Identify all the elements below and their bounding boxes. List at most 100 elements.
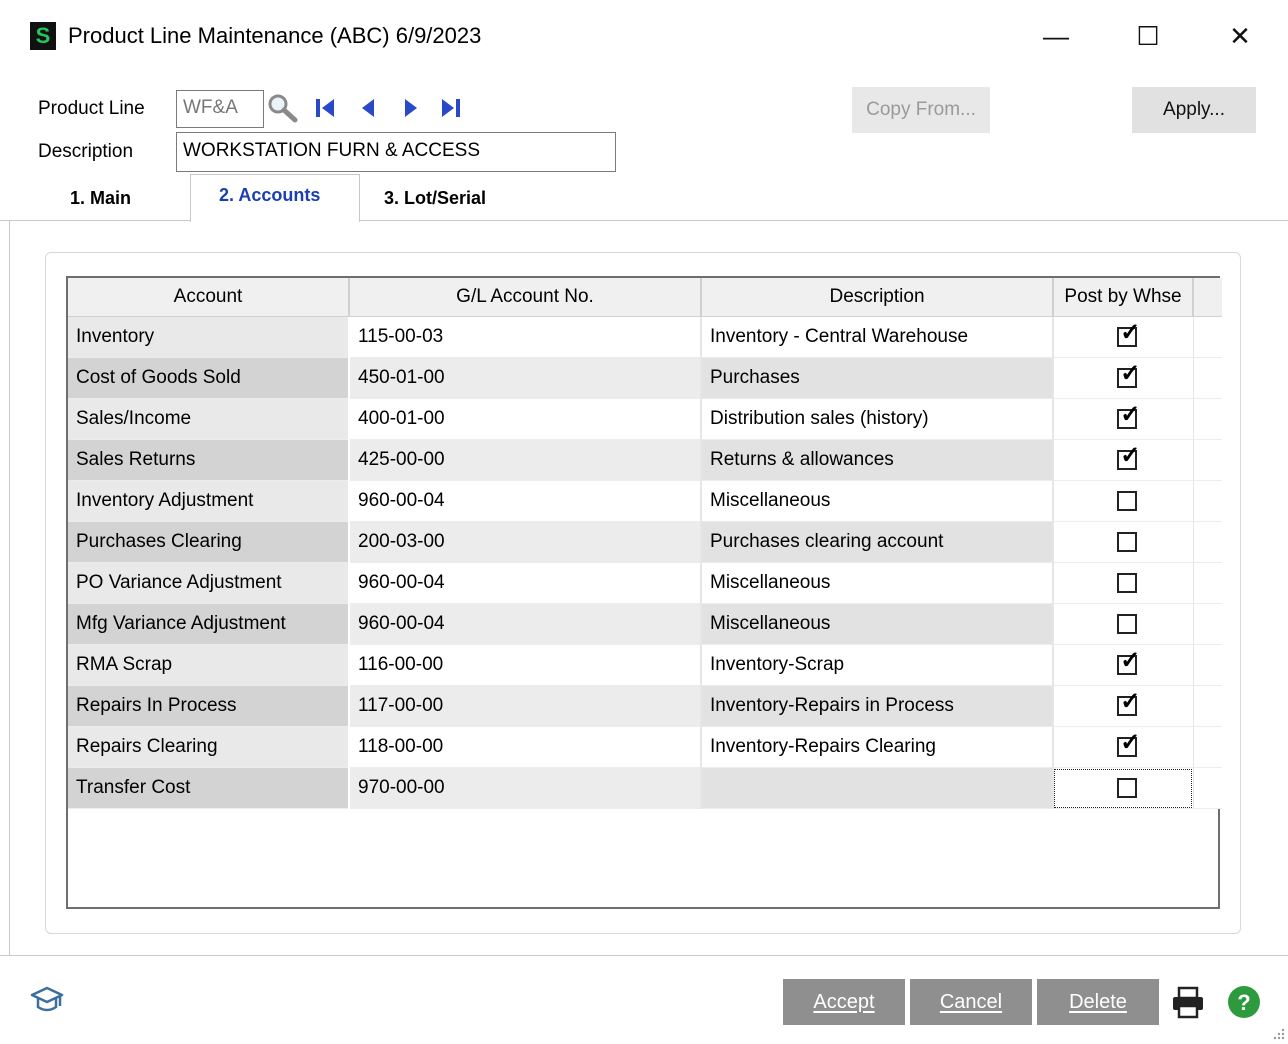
table-row[interactable]: RMA Scrap 116-00-00 Inventory-Scrap ✓: [68, 644, 1222, 686]
footer-divider: [0, 955, 1288, 956]
account-cell: Inventory: [68, 316, 350, 358]
column-header-gl-account[interactable]: G/L Account No.: [349, 278, 702, 317]
post-by-whse-checkbox[interactable]: ✓: [1117, 361, 1140, 388]
post-by-whse-cell[interactable]: ✓: [1053, 398, 1194, 440]
post-by-whse-cell[interactable]: ✓: [1053, 316, 1194, 358]
svg-text:?: ?: [1237, 990, 1250, 1015]
description-cell: Inventory-Scrap: [701, 644, 1054, 686]
gl-account-cell[interactable]: 970-00-00: [349, 767, 702, 809]
account-cell: Transfer Cost: [68, 767, 350, 809]
post-by-whse-checkbox[interactable]: ✓: [1117, 730, 1140, 757]
post-by-whse-checkbox[interactable]: [1117, 777, 1138, 798]
tab-lot-serial[interactable]: 3. Lot/Serial: [384, 186, 486, 210]
post-by-whse-checkbox[interactable]: ✓: [1117, 402, 1140, 429]
table-row[interactable]: Repairs In Process 117-00-00 Inventory-Rep…: [68, 685, 1222, 727]
post-by-whse-cell[interactable]: ✓: [1053, 726, 1194, 768]
description-cell: Purchases clearing account: [701, 521, 1054, 563]
magnifier-icon[interactable]: [266, 92, 300, 124]
app-icon: S: [30, 22, 56, 50]
post-by-whse-checkbox[interactable]: ✓: [1117, 689, 1140, 716]
gl-account-cell[interactable]: 200-03-00: [349, 521, 702, 563]
copy-from-button[interactable]: Copy From...: [852, 87, 990, 133]
checkmark-icon: ✓: [1120, 728, 1141, 756]
column-header-spacer: [1193, 278, 1222, 317]
checkmark-icon: ✓: [1120, 687, 1141, 715]
post-by-whse-cell[interactable]: ✓: [1053, 357, 1194, 399]
post-by-whse-cell[interactable]: [1053, 767, 1194, 809]
tab-accounts-label: 2. Accounts: [219, 185, 321, 205]
post-by-whse-cell[interactable]: ✓: [1053, 644, 1194, 686]
gl-account-cell[interactable]: 960-00-04: [349, 562, 702, 604]
description-label: Description: [38, 141, 134, 162]
row-spacer: [1193, 357, 1222, 399]
graduation-cap-icon[interactable]: [30, 982, 64, 1016]
post-by-whse-cell[interactable]: ✓: [1053, 685, 1194, 727]
table-row[interactable]: Purchases Clearing 200-03-00 Purchases cle…: [68, 521, 1222, 563]
description-input[interactable]: WORKSTATION FURN & ACCESS: [176, 132, 616, 172]
post-by-whse-checkbox[interactable]: ✓: [1117, 443, 1140, 470]
tab-main[interactable]: 1. Main: [70, 186, 131, 210]
gl-account-cell[interactable]: 960-00-04: [349, 603, 702, 645]
table-row[interactable]: Repairs Clearing 118-00-00 Inventory-Repai…: [68, 726, 1222, 768]
row-spacer: [1193, 644, 1222, 686]
close-button[interactable]: ✕: [1212, 16, 1268, 56]
help-icon[interactable]: ?: [1226, 984, 1262, 1020]
account-cell: Sales Returns: [68, 439, 350, 481]
gl-account-cell[interactable]: 115-00-03: [349, 316, 702, 358]
table-row[interactable]: Sales Returns 425-00-00 Returns & allowanc…: [68, 439, 1222, 481]
post-by-whse-checkbox[interactable]: [1117, 613, 1138, 634]
gl-account-cell[interactable]: 118-00-00: [349, 726, 702, 768]
table-row[interactable]: Inventory Adjustment 960-00-04 Miscellaneo…: [68, 480, 1222, 522]
table-row[interactable]: Mfg Variance Adjustment 960-00-04 Miscella…: [68, 603, 1222, 645]
table-row[interactable]: Cost of Goods Sold 450-01-00 Purchases ✓: [68, 357, 1222, 399]
product-line-input[interactable]: WF&A: [176, 90, 264, 128]
post-by-whse-checkbox[interactable]: [1117, 490, 1138, 511]
last-record-icon[interactable]: [440, 96, 462, 120]
column-header-post-by-whse[interactable]: Post by Whse: [1053, 278, 1194, 317]
tab-accounts[interactable]: 2. Accounts: [190, 174, 360, 222]
gl-account-cell[interactable]: 400-01-00: [349, 398, 702, 440]
checkmark-icon: ✓: [1120, 646, 1141, 674]
row-spacer: [1193, 562, 1222, 604]
delete-button[interactable]: Delete: [1037, 979, 1159, 1025]
post-by-whse-cell[interactable]: [1053, 562, 1194, 604]
resize-grip-icon[interactable]: [1270, 1026, 1286, 1042]
post-by-whse-cell[interactable]: [1053, 521, 1194, 563]
gl-account-cell[interactable]: 960-00-04: [349, 480, 702, 522]
apply-button[interactable]: Apply...: [1132, 87, 1256, 133]
product-line-label: Product Line: [38, 98, 145, 119]
first-record-icon[interactable]: [314, 96, 336, 120]
account-cell: Repairs Clearing: [68, 726, 350, 768]
minimize-button[interactable]: —: [1028, 16, 1084, 56]
maximize-button[interactable]: ☐: [1120, 16, 1176, 56]
description-cell: Returns & allowances: [701, 439, 1054, 481]
gl-account-cell[interactable]: 116-00-00: [349, 644, 702, 686]
table-row[interactable]: Sales/Income 400-01-00 Distribution sales …: [68, 398, 1222, 440]
row-spacer: [1193, 726, 1222, 768]
table-row[interactable]: Inventory 115-00-03 Inventory - Central Wa…: [68, 316, 1222, 358]
gl-account-cell[interactable]: 450-01-00: [349, 357, 702, 399]
column-header-description[interactable]: Description: [701, 278, 1054, 317]
table-row[interactable]: PO Variance Adjustment 960-00-04 Miscellan…: [68, 562, 1222, 604]
table-row[interactable]: Transfer Cost 970-00-00: [68, 767, 1222, 809]
post-by-whse-cell[interactable]: [1053, 480, 1194, 522]
description-cell: Miscellaneous: [701, 562, 1054, 604]
post-by-whse-cell[interactable]: ✓: [1053, 439, 1194, 481]
gl-account-cell[interactable]: 425-00-00: [349, 439, 702, 481]
accept-button[interactable]: Accept: [783, 979, 905, 1025]
row-spacer: [1193, 480, 1222, 522]
post-by-whse-checkbox[interactable]: ✓: [1117, 648, 1140, 675]
post-by-whse-checkbox[interactable]: [1117, 531, 1138, 552]
checkmark-icon: ✓: [1120, 318, 1141, 346]
gl-account-cell[interactable]: 117-00-00: [349, 685, 702, 727]
post-by-whse-checkbox[interactable]: [1117, 572, 1138, 593]
next-record-icon[interactable]: [400, 96, 422, 120]
post-by-whse-cell[interactable]: [1053, 603, 1194, 645]
printer-icon[interactable]: [1170, 984, 1206, 1020]
row-spacer: [1193, 439, 1222, 481]
column-header-account[interactable]: Account: [68, 278, 350, 317]
cancel-button[interactable]: Cancel: [910, 979, 1032, 1025]
post-by-whse-checkbox[interactable]: ✓: [1117, 320, 1140, 347]
previous-record-icon[interactable]: [357, 96, 379, 120]
account-cell: Cost of Goods Sold: [68, 357, 350, 399]
